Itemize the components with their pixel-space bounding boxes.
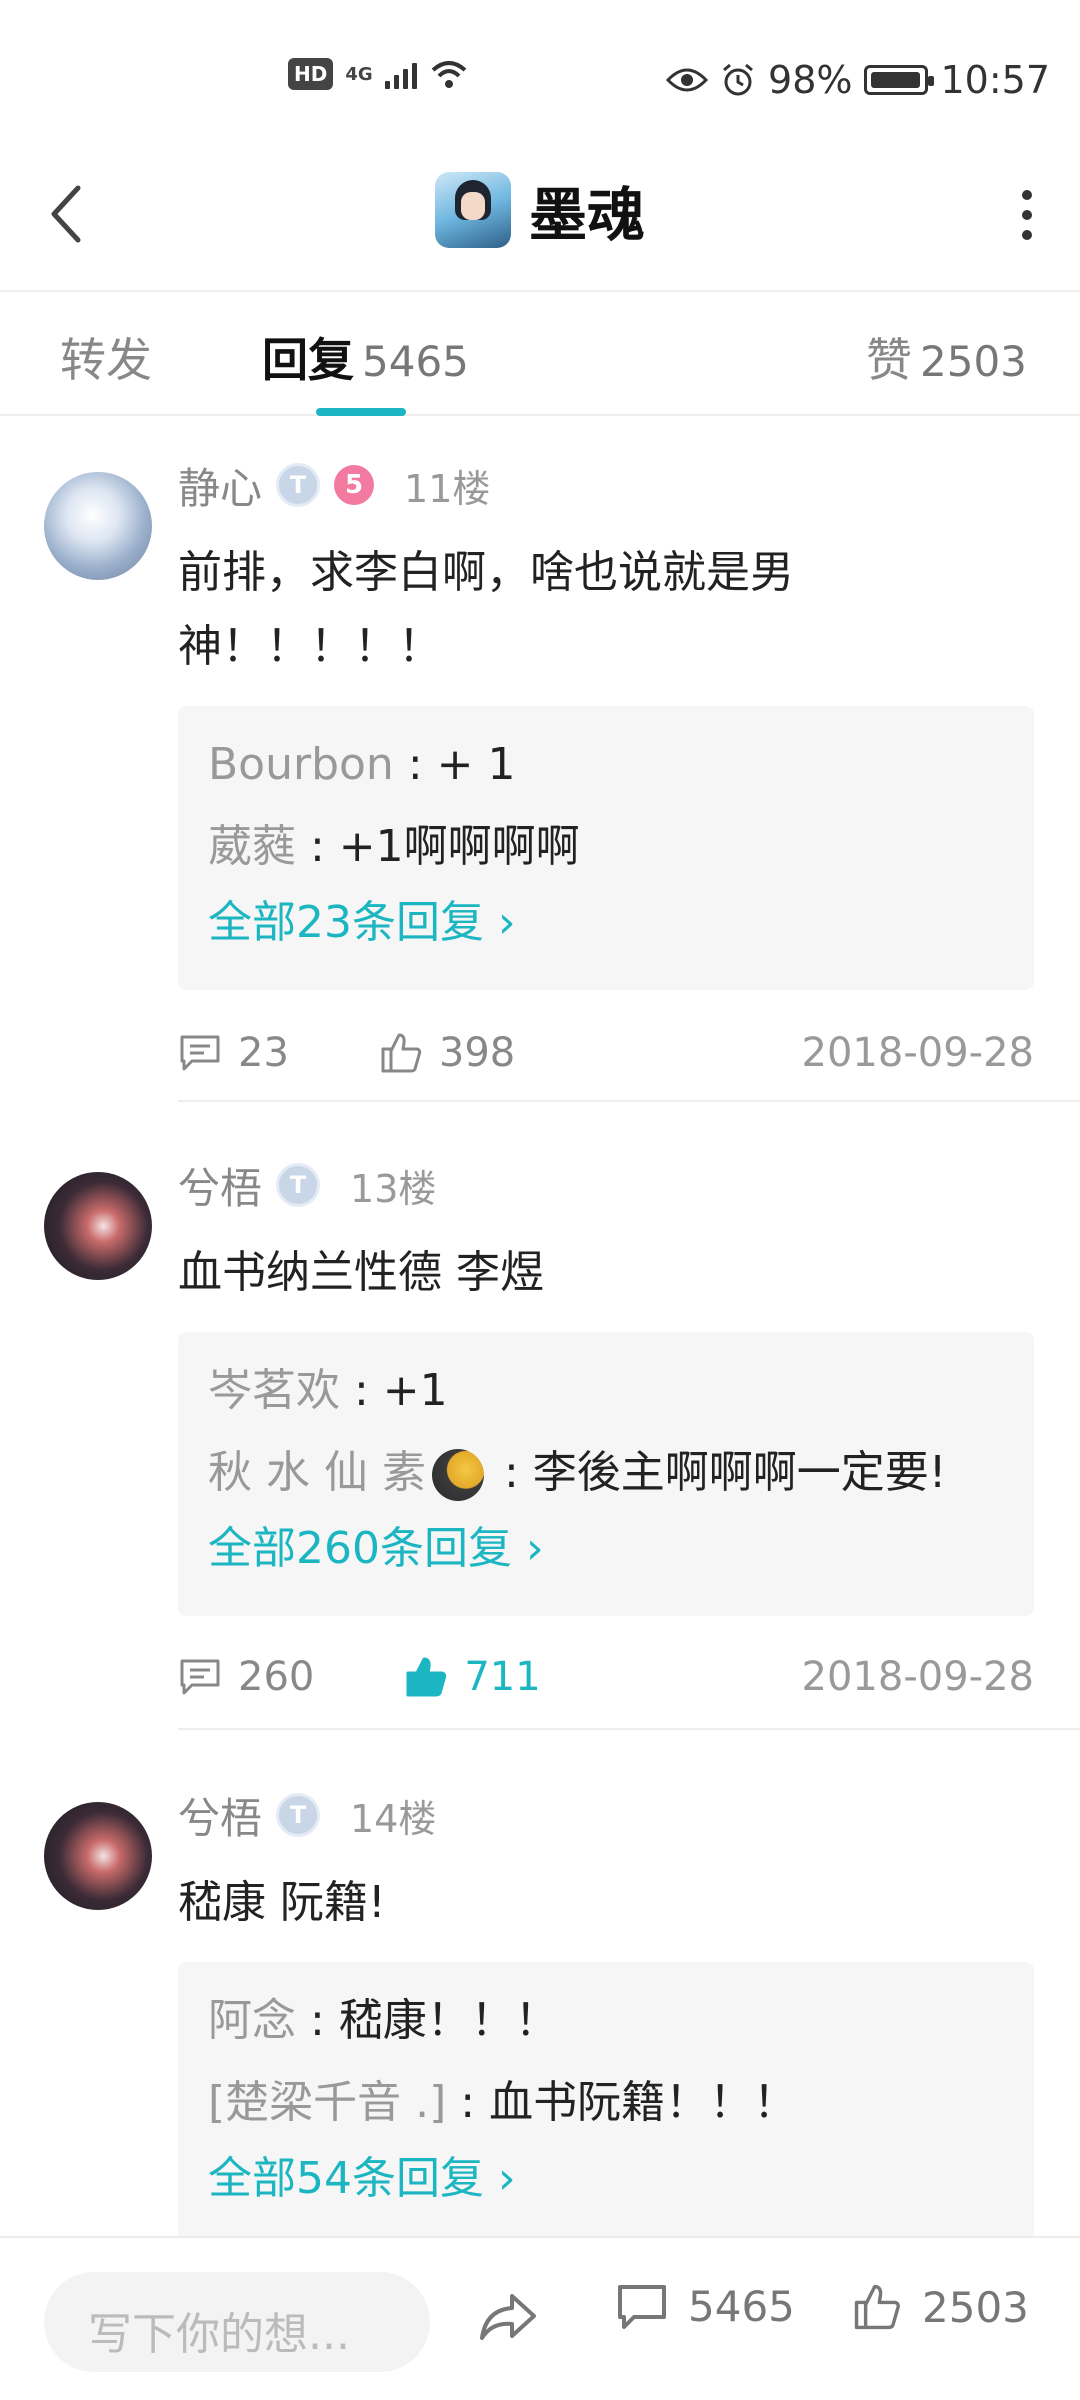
- sub-reply: Bourbon : + 1: [208, 739, 516, 790]
- sub-replies[interactable]: 阿念 : 嵇康！！！ [楚梁千音 .] : 血书阮籍！！！ 全部54条回复 ›: [178, 1962, 1034, 2246]
- sub-reply-text: 嵇康！！！: [338, 1995, 559, 2046]
- comment-text: 前排，求李白啊，啥也说就是男神！！！！！: [178, 547, 794, 672]
- forum-avatar[interactable]: [434, 172, 511, 248]
- sub-reply-text: 血书阮籍！！！: [489, 2077, 798, 2128]
- view-all-replies-link[interactable]: 全部23条回复 ›: [208, 888, 1004, 958]
- tab-label: 赞: [866, 333, 912, 387]
- moon-emoji-icon: [431, 1449, 484, 1501]
- thumbs-up-icon: [854, 2284, 900, 2330]
- hd-indicator: HD: [288, 58, 334, 90]
- tab-bar: 转发 回复 5465 赞 2503: [0, 290, 1080, 416]
- avatar[interactable]: [44, 1172, 152, 1280]
- sub-replies[interactable]: Bourbon : + 1 葳蕤 : +1啊啊啊啊 全部23条回复 ›: [178, 706, 1034, 990]
- sub-replies[interactable]: 岑茗欢 : +1 秋 水 仙 素 : 李後主啊啊啊一定要! 全部260条回复 ›: [178, 1332, 1034, 1616]
- more-options-icon[interactable]: [1022, 190, 1032, 240]
- avatar[interactable]: [44, 472, 152, 580]
- like-button[interactable]: 711: [404, 1654, 541, 1700]
- sub-reply-author[interactable]: 阿念: [208, 1995, 296, 2046]
- battery-icon: [864, 65, 935, 95]
- floor-number: 14楼: [350, 1796, 437, 1841]
- floor-number: 13楼: [350, 1166, 437, 1211]
- comment-button[interactable]: 260: [178, 1654, 314, 1700]
- comment-count: 260: [238, 1654, 315, 1700]
- sub-reply-author[interactable]: [楚梁千音 .]: [208, 2077, 446, 2128]
- sub-reply: 阿念 : 嵇康！！！: [208, 1995, 559, 2046]
- author-name[interactable]: 静心: [178, 455, 262, 516]
- level-badge-icon: 5: [334, 465, 375, 505]
- tab-label: 转发: [60, 333, 152, 387]
- comment-count: 23: [238, 1030, 289, 1076]
- comment-input[interactable]: 写下你的想...: [44, 2272, 430, 2372]
- comment-icon: [180, 1035, 220, 1071]
- view-all-replies-link[interactable]: 全部260条回复 ›: [208, 1514, 1004, 1584]
- view-all-replies-link[interactable]: 全部54条回复 ›: [208, 2144, 1004, 2214]
- sub-reply-author[interactable]: Bourbon: [208, 739, 394, 790]
- sub-reply-text: +1: [382, 1365, 448, 1416]
- sub-reply-author[interactable]: 秋 水 仙 素: [208, 1447, 426, 1498]
- tab-label: 回复: [262, 333, 354, 387]
- comment-text: 嵇康 阮籍!: [178, 1877, 386, 1928]
- divider: [178, 1100, 1080, 1102]
- floor-number: 11楼: [404, 466, 491, 511]
- tier-badge-icon: T: [276, 1163, 321, 1207]
- status-bar: HD 4G 98% 10:57: [0, 0, 1080, 140]
- battery-percent: 98%: [768, 58, 853, 102]
- share-icon[interactable]: [478, 2290, 538, 2344]
- network-type: 4G: [345, 63, 373, 85]
- like-count: 2503: [922, 2282, 1029, 2332]
- comment-icon: [618, 2284, 666, 2329]
- sub-reply: 岑茗欢 : +1: [208, 1365, 448, 1416]
- eye-icon: [666, 68, 709, 92]
- tab-count: 5465: [362, 337, 469, 386]
- active-tab-indicator: [316, 408, 406, 416]
- author-name[interactable]: 兮梧: [178, 1785, 262, 1846]
- sub-reply-text: +1啊啊啊啊: [338, 821, 580, 872]
- sub-reply-text: + 1: [436, 739, 516, 790]
- comment-button[interactable]: 23: [178, 1030, 289, 1076]
- top-app-bar: 墨魂: [0, 140, 1080, 290]
- sub-reply: 秋 水 仙 素 : 李後主啊啊啊一定要!: [208, 1432, 1004, 1514]
- tab-count: 2503: [920, 337, 1027, 386]
- like-count: 711: [464, 1654, 541, 1700]
- clock: 10:57: [940, 58, 1050, 102]
- comment-icon: [180, 1659, 220, 1695]
- sub-reply: [楚梁千音 .] : 血书阮籍！！！: [208, 2077, 798, 2128]
- sub-reply-text: 李後主啊啊啊一定要!: [532, 1447, 947, 1498]
- sub-reply: 葳蕤 : +1啊啊啊啊: [208, 821, 580, 872]
- like-button[interactable]: 398: [379, 1030, 515, 1076]
- tier-badge-icon: T: [276, 463, 321, 507]
- thumbs-up-icon: [381, 1033, 422, 1073]
- avatar[interactable]: [44, 1802, 152, 1910]
- thumbs-up-filled-icon: [406, 1657, 447, 1697]
- tier-badge-icon: T: [276, 1793, 321, 1837]
- comment-count: 5465: [688, 2282, 795, 2331]
- divider: [178, 1728, 1080, 1730]
- tab-likes[interactable]: 赞 2503: [866, 324, 1027, 390]
- comments-button[interactable]: 5465: [616, 2282, 795, 2331]
- sub-reply-author[interactable]: 葳蕤: [208, 821, 296, 872]
- like-button[interactable]: 2503: [852, 2282, 1029, 2332]
- signal-icon: [384, 59, 417, 89]
- wifi-icon: [431, 61, 466, 88]
- sub-reply-author[interactable]: 岑茗欢: [208, 1365, 340, 1416]
- post-date: 2018-09-28: [801, 1030, 1034, 1076]
- tab-replies[interactable]: 回复 5465: [262, 324, 469, 390]
- comment-text: 血书纳兰性德 李煜: [178, 1247, 544, 1298]
- like-count: 398: [438, 1030, 516, 1076]
- bottom-action-bar: 写下你的想... 5465 2503: [0, 2236, 1080, 2400]
- post-date: 2018-09-28: [801, 1654, 1034, 1700]
- page-title[interactable]: 墨魂: [529, 168, 645, 252]
- author-name[interactable]: 兮梧: [178, 1155, 262, 1216]
- alarm-icon: [723, 63, 753, 96]
- tab-reposts[interactable]: 转发: [60, 324, 152, 390]
